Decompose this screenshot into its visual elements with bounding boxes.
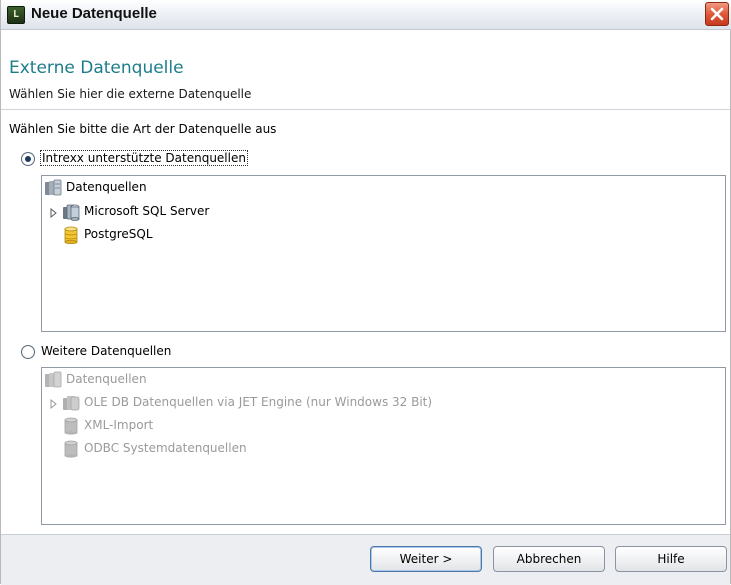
supported-datasources-tree[interactable]: Datenquellen Microsoft SQL Server Postgr…: [41, 175, 726, 332]
dialog-window: L Neue Datenquelle Externe Datenquelle W…: [0, 0, 731, 585]
tree-item-label: PostgreSQL: [84, 227, 153, 241]
close-icon: [710, 7, 724, 21]
close-button[interactable]: [705, 2, 729, 26]
database-server-icon: [63, 396, 80, 411]
expand-arrow-icon[interactable]: [50, 208, 58, 218]
app-icon: L: [7, 6, 25, 24]
help-button[interactable]: Hilfe: [615, 546, 727, 572]
database-group-icon: [45, 179, 62, 196]
radio-button-checked[interactable]: [21, 152, 35, 166]
title-bar[interactable]: L Neue Datenquelle: [1, 0, 731, 30]
next-button[interactable]: Weiter >: [370, 546, 482, 572]
database-server-icon: [63, 204, 80, 221]
button-bar: Weiter > Abbrechen Hilfe: [1, 534, 730, 585]
database-icon: [64, 440, 78, 458]
more-datasources-tree[interactable]: Datenquellen OLE DB Datenquellen via JET…: [41, 367, 726, 525]
database-icon: [64, 417, 78, 435]
window-title: Neue Datenquelle: [31, 5, 157, 22]
radio-button-unchecked[interactable]: [21, 345, 35, 359]
tree-item-label: Datenquellen: [66, 372, 147, 386]
tree-item-label: Datenquellen: [66, 180, 147, 194]
radio-supported-label[interactable]: Intrexx unterstützte Datenquellen: [40, 150, 248, 166]
tree-item-label: XML-Import: [84, 418, 154, 432]
tree-item-label: OLE DB Datenquellen via JET Engine (nur …: [84, 395, 433, 409]
cancel-button[interactable]: Abbrechen: [493, 546, 605, 572]
database-yellow-icon: [64, 226, 78, 244]
tree-item-label: ODBC Systemdatenquellen: [84, 441, 247, 455]
database-group-icon: [45, 371, 62, 388]
expand-arrow-icon[interactable]: [50, 399, 58, 409]
page-subtitle: Wählen Sie hier die externe Datenquelle: [9, 87, 252, 101]
radio-more-label[interactable]: Weitere Datenquellen: [41, 344, 171, 358]
selection-prompt: Wählen Sie bitte die Art der Datenquelle…: [9, 122, 277, 136]
tree-item-label: Microsoft SQL Server: [84, 204, 210, 218]
dialog-header: Externe Datenquelle Wählen Sie hier die …: [1, 30, 730, 110]
page-title: Externe Datenquelle: [9, 58, 184, 78]
